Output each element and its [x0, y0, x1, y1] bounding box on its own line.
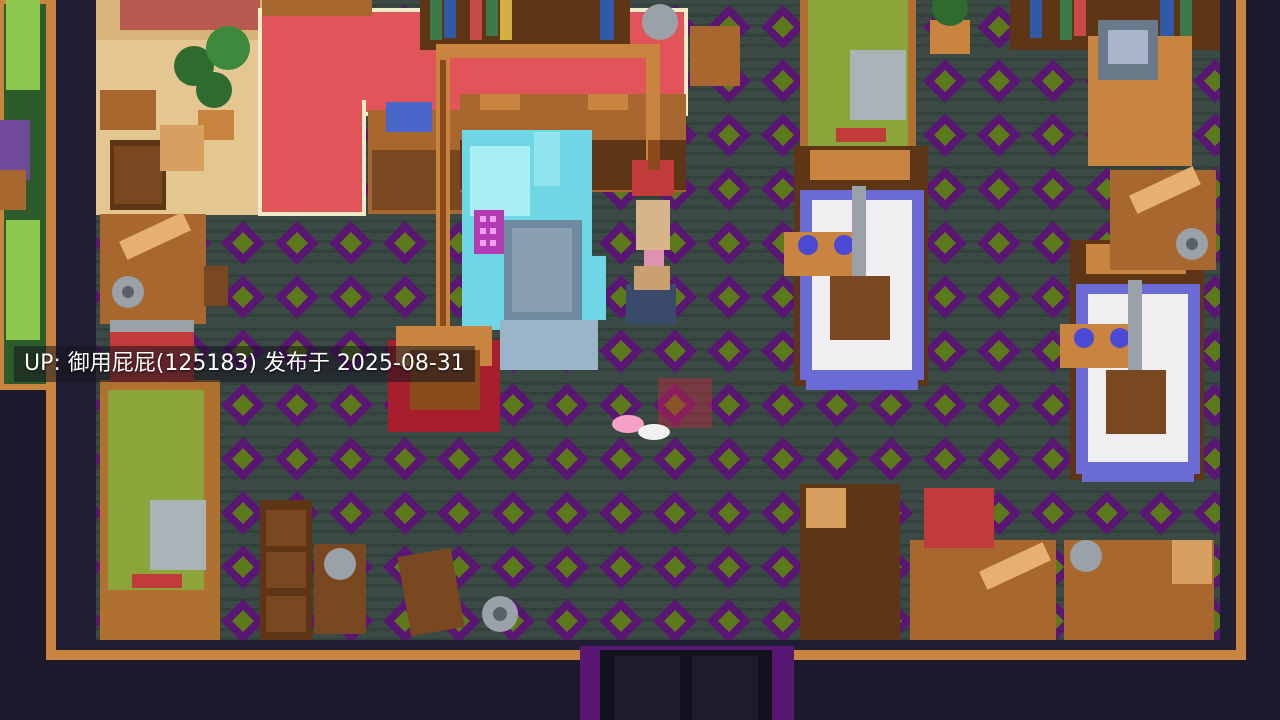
desk-bottom-center [800, 484, 900, 640]
press-machine-right[interactable] [1060, 240, 1204, 482]
room-exit-door[interactable] [580, 646, 794, 720]
green-machine-top [800, 0, 916, 170]
green-machine-left [100, 380, 220, 640]
bookshelf-top-left [262, 0, 372, 16]
left-corridor [0, 0, 50, 390]
desk-with-laptop [368, 102, 466, 214]
press-machine-center[interactable] [784, 146, 928, 390]
tile-selection-highlight[interactable] [658, 378, 712, 428]
uploader-caption: UP: 御用屁屁(125183) 发布于 2025-08-31 [14, 346, 475, 382]
potted-plant-right [930, 0, 970, 54]
gear-top [642, 4, 678, 40]
bookshelf-top-center [420, 0, 630, 50]
stool-top [690, 26, 740, 86]
